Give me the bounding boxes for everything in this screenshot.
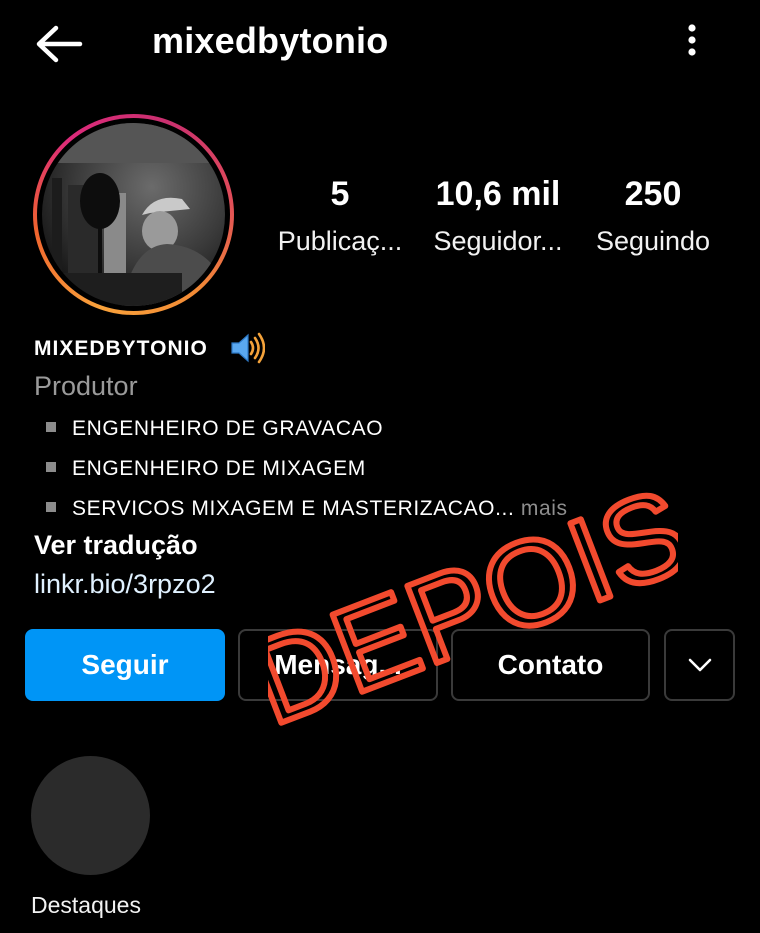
chevron-down-icon [688, 658, 711, 672]
bio-link[interactable]: linkr.bio/3rpzo2 [34, 569, 216, 600]
stat-following-label: Seguindo [595, 226, 711, 256]
stat-following[interactable]: 250 Seguindo [590, 175, 716, 257]
stat-followers-label: Seguidor... [433, 226, 563, 256]
profile-category: Produtor [34, 371, 138, 401]
bio-line: SERVICOS MIXAGEM E MASTERIZACAO... mais [46, 497, 568, 521]
see-translation-link[interactable]: Ver tradução [34, 530, 198, 561]
stat-followers[interactable]: 10,6 mil Seguidor... [428, 175, 568, 257]
contact-button[interactable]: Contato [451, 629, 650, 701]
arrow-left-icon[interactable] [34, 24, 84, 64]
profile-username: mixedbytonio [152, 20, 389, 61]
follow-button[interactable]: Seguir [25, 629, 225, 701]
suggested-accounts-button[interactable] [664, 629, 735, 701]
stat-posts-value: 5 [330, 175, 350, 213]
display-name: MIXEDBYTONIO [34, 337, 208, 360]
bio-more-link[interactable]: mais [514, 497, 567, 520]
bullet-icon [46, 462, 56, 472]
highlight-new-circle[interactable] [31, 756, 150, 875]
stat-posts[interactable]: 5 Publicaç... [275, 175, 405, 257]
highlight-label: Destaques [31, 892, 141, 918]
stat-following-value: 250 [624, 175, 682, 213]
bullet-icon [46, 502, 56, 512]
bio-line: ENGENHEIRO DE GRAVACAO [46, 417, 383, 441]
more-vertical-icon[interactable] [680, 20, 704, 60]
speaker-high-volume-icon [231, 332, 265, 364]
bio-line: ENGENHEIRO DE MIXAGEM [46, 457, 366, 481]
stat-posts-label: Publicaç... [277, 226, 403, 256]
stat-followers-value: 10,6 mil [435, 175, 561, 213]
message-button[interactable]: Mensag... [238, 629, 438, 701]
bullet-icon [46, 422, 56, 432]
avatar [42, 123, 225, 306]
story-ring[interactable] [33, 114, 234, 315]
top-bar: mixedbytonio [0, 0, 760, 84]
